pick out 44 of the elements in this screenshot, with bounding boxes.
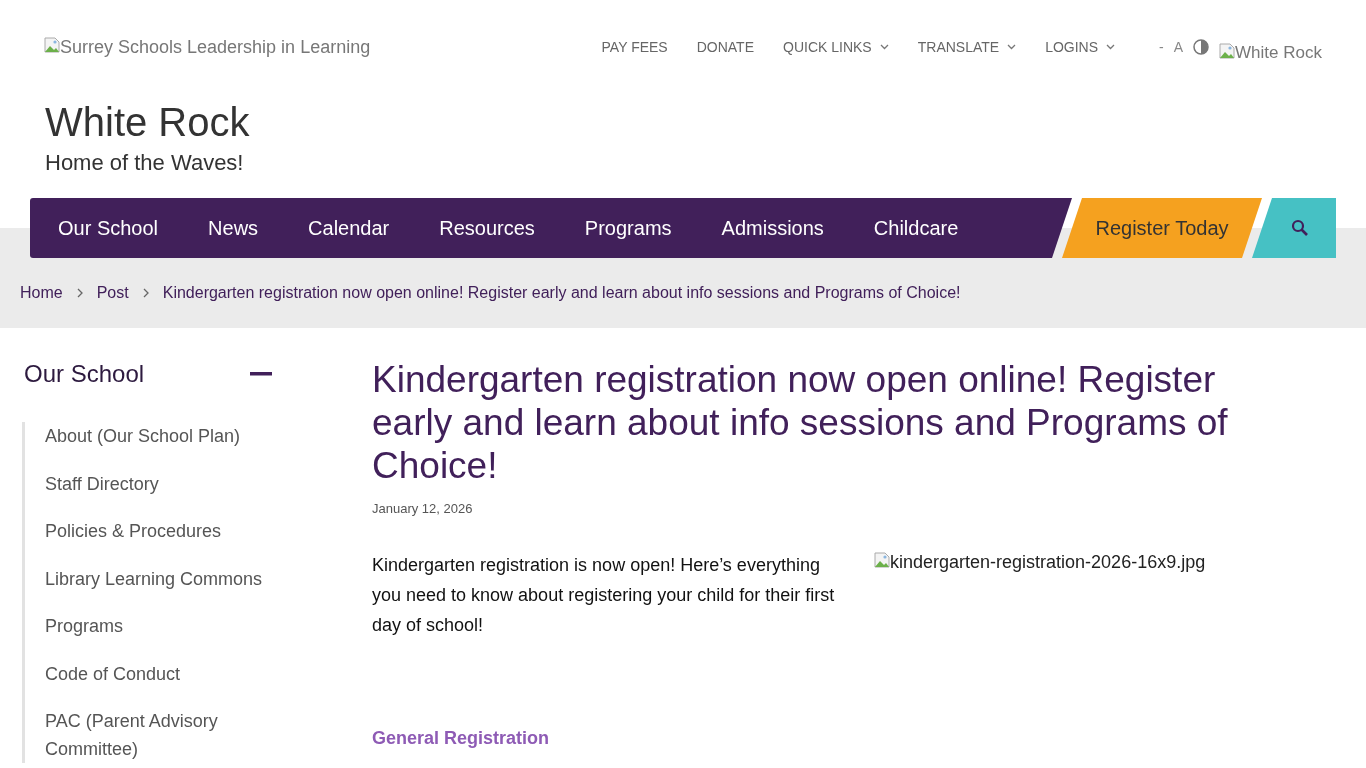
broken-image-icon (44, 36, 60, 53)
main-nav-link[interactable]: Programs (559, 216, 697, 240)
utility-link[interactable]: TRANSLATE (917, 39, 1017, 55)
main-nav-link[interactable]: Our School (33, 216, 184, 240)
search-icon (1291, 219, 1309, 237)
school-tagline: Home of the Waves! (45, 150, 245, 176)
utility-link[interactable]: LOGINS (1045, 39, 1116, 55)
broken-image-icon (874, 552, 890, 568)
main-nav-link[interactable]: News (183, 216, 284, 240)
breadcrumb-link[interactable]: Home (20, 284, 63, 302)
sidebar-link[interactable]: Policies & Procedures (45, 517, 274, 545)
article-title: Kindergarten registration now open online! Register early and learn about info sessions and Programs of Choice! (372, 358, 1229, 487)
sidebar-link[interactable]: PAC (Parent Advisory Committee) (45, 707, 274, 763)
decrease-text-button[interactable]: - (1159, 39, 1164, 55)
school-district-logo[interactable]: Surrey Schools Leadership in Learning (44, 36, 371, 58)
main-nav-link[interactable]: Admissions (696, 216, 849, 240)
contrast-icon[interactable] (1193, 39, 1210, 55)
register-today-button[interactable]: Register Today (1062, 198, 1262, 258)
article-date: January 12, 2026 (372, 501, 474, 516)
article-image: kindergarten-registration-2026-16x9.jpg (874, 552, 1206, 573)
utility-link[interactable]: PAY FEES (601, 39, 668, 55)
broken-image-icon (1219, 43, 1236, 59)
utility-link[interactable]: DONATE (696, 39, 754, 55)
breadcrumb-link[interactable]: Post (96, 284, 129, 302)
section-heading: General Registration (372, 728, 551, 749)
chevron-right-icon (76, 288, 83, 298)
chevron-right-icon (142, 288, 149, 298)
sidebar-title[interactable]: Our School (24, 360, 145, 388)
school-image: White Rock (1219, 43, 1322, 63)
school-name: White Rock (45, 102, 251, 142)
collapse-icon[interactable] (250, 372, 272, 376)
breadcrumb-current: Kindergarten registration now open online! Register early and learn about info sessions and Programs of Choice! (162, 284, 961, 302)
sidebar-link[interactable]: Staff Directory (45, 469, 274, 498)
article-intro: Kindergarten registration is now open! Here’s everything you need to know about registering your child for their first day of school! (372, 554, 836, 637)
main-nav-link[interactable]: Resources (414, 216, 560, 240)
main-nav-link[interactable]: Childcare (848, 216, 984, 240)
utility-link[interactable]: QUICK LINKS (783, 39, 889, 55)
search-button[interactable] (1252, 198, 1336, 258)
main-nav-link[interactable]: Calendar (283, 216, 415, 240)
text-size-button[interactable]: A (1173, 39, 1184, 55)
sidebar-link[interactable]: Library Learning Commons (45, 564, 274, 593)
sidebar-link[interactable]: Code of Conduct (45, 659, 274, 688)
sidebar-link[interactable]: About (Our School Plan) (45, 422, 274, 450)
sidebar-link[interactable]: Programs (45, 612, 274, 640)
